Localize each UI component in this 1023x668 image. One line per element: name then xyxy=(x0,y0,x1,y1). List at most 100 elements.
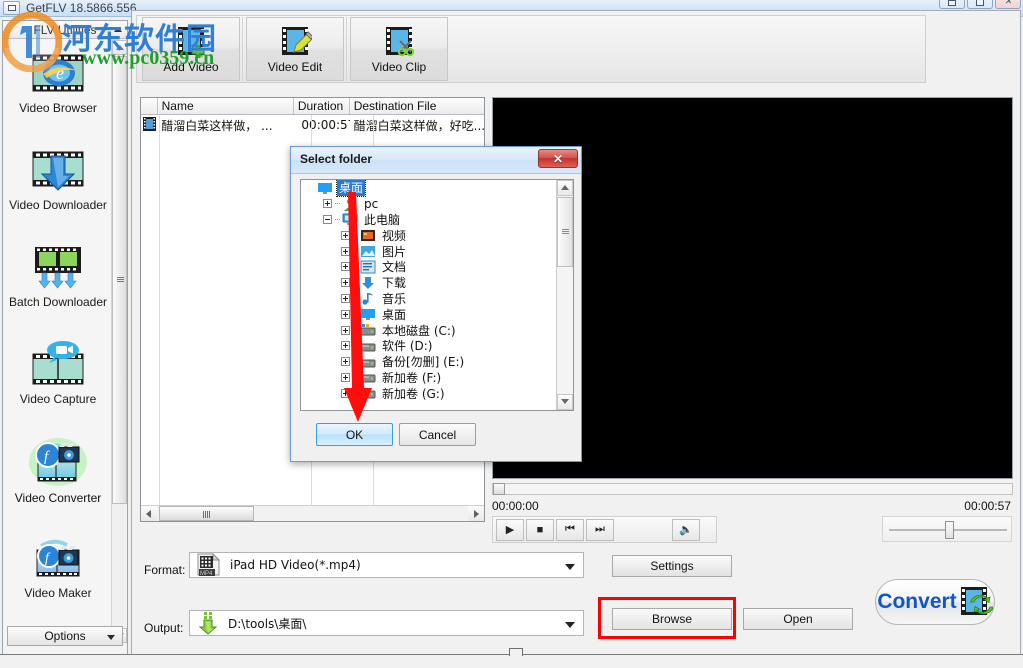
expand-icon[interactable] xyxy=(341,247,350,256)
expand-icon[interactable] xyxy=(341,278,350,287)
tree-node[interactable]: pc xyxy=(301,196,557,212)
folder-tree[interactable]: 桌面pc此电脑视频图片文档下载音乐桌面本地磁盘 (C:)软件 (D:)备份[勿删… xyxy=(300,179,574,411)
system-menu-button[interactable] xyxy=(3,1,20,15)
scroll-up-arrow[interactable] xyxy=(112,40,127,55)
toolbar-button-label: Add Video xyxy=(163,60,218,74)
tree-node[interactable]: 本地磁盘 (C:) xyxy=(301,322,557,338)
output-combobox[interactable]: D:\tools\桌面\ xyxy=(189,610,584,636)
scroll-thumb[interactable] xyxy=(159,506,254,521)
tree-connector xyxy=(353,266,358,267)
scroll-up-arrow[interactable] xyxy=(557,180,573,196)
scroll-down-arrow[interactable] xyxy=(557,394,573,410)
expand-icon[interactable] xyxy=(341,310,350,319)
tree-connector xyxy=(353,330,358,331)
expand-icon[interactable] xyxy=(341,373,350,382)
mute-button[interactable]: 🔈 xyxy=(672,519,700,541)
expand-icon[interactable] xyxy=(341,389,350,398)
tree-node[interactable]: 新加卷 (G:) xyxy=(301,385,557,401)
sidebar-item-video-maker[interactable]: f Video Maker xyxy=(4,525,112,622)
format-combobox[interactable]: MP4 iPad HD Video(*.mp4) xyxy=(189,552,584,578)
tree-node[interactable]: 图片 xyxy=(301,243,557,259)
tree-node[interactable]: 音乐 xyxy=(301,291,557,307)
play-button[interactable]: ▶ xyxy=(496,519,524,541)
convert-button[interactable]: Convert xyxy=(875,579,995,625)
tree-node[interactable]: 桌面 xyxy=(301,180,557,196)
previous-icon: ⏮ xyxy=(565,523,575,536)
tree-node-label: 此电脑 xyxy=(362,211,402,228)
tree-node[interactable]: 备份[勿删] (E:) xyxy=(301,354,557,370)
tree-node-label: 备份[勿删] (E:) xyxy=(380,353,466,370)
video-edit-button[interactable]: Video Edit xyxy=(246,17,344,81)
volume-thumb[interactable] xyxy=(945,521,954,539)
column-header-name[interactable]: Name xyxy=(158,98,294,114)
tree-node-label: 桌面 xyxy=(380,306,408,323)
sidebar-item-label: Video Maker xyxy=(24,586,91,600)
expand-icon[interactable] xyxy=(341,341,350,350)
sidebar-scrollbar[interactable] xyxy=(111,40,126,643)
column-header-destination[interactable]: Destination File xyxy=(350,98,484,114)
tree-node[interactable]: 视频 xyxy=(301,227,557,243)
folder-tree-items: 桌面pc此电脑视频图片文档下载音乐桌面本地磁盘 (C:)软件 (D:)备份[勿删… xyxy=(301,180,557,410)
tree-node[interactable]: 下载 xyxy=(301,275,557,291)
column-header-duration[interactable]: Duration xyxy=(294,98,350,114)
chevron-down-icon xyxy=(565,622,575,628)
tree-connector xyxy=(353,282,358,283)
format-label: Format: xyxy=(144,563,185,577)
seek-slider[interactable] xyxy=(492,483,1013,495)
browse-button[interactable]: Browse xyxy=(612,608,732,630)
tree-node[interactable]: 新加卷 (F:) xyxy=(301,370,557,386)
settings-button[interactable]: Settings xyxy=(612,555,732,577)
sidebar-item-batch-downloader[interactable]: Batch Downloader xyxy=(4,234,112,331)
column-header-select[interactable] xyxy=(141,98,158,114)
sidebar-item-video-converter[interactable]: f Video Converter xyxy=(4,428,112,525)
ok-button[interactable]: OK xyxy=(316,423,393,446)
sidebar-item-video-capture[interactable]: Video Capture xyxy=(4,331,112,428)
sidebar-tab-flv-utilities[interactable]: FLV Utilities xyxy=(3,21,127,39)
dialog-close-button[interactable]: ✕ xyxy=(538,149,578,168)
tree-node[interactable]: 桌面 xyxy=(301,306,557,322)
file-list-hscrollbar[interactable] xyxy=(141,505,484,521)
tree-node-label: pc xyxy=(362,197,380,211)
scroll-thumb[interactable] xyxy=(557,197,573,267)
tree-node[interactable]: 文档 xyxy=(301,259,557,275)
stop-button[interactable]: ■ xyxy=(526,519,554,541)
minimize-button[interactable] xyxy=(939,0,965,9)
dialog-title: Select folder xyxy=(300,152,372,166)
previous-button[interactable]: ⏮ xyxy=(556,519,584,541)
scroll-right-arrow[interactable] xyxy=(468,506,484,521)
video-clip-button[interactable]: Video Clip xyxy=(350,17,448,81)
expand-icon[interactable] xyxy=(341,231,350,240)
sidebar-item-video-browser[interactable]: e Video Browser xyxy=(4,40,112,137)
sidebar-item-video-downloader[interactable]: Video Downloader xyxy=(4,137,112,234)
close-icon: ✕ xyxy=(553,152,563,166)
add-video-button[interactable]: Add Video xyxy=(142,17,240,81)
video-converter-icon: f xyxy=(28,437,88,487)
options-button[interactable]: Options xyxy=(7,626,123,646)
current-time: 00:00:00 xyxy=(492,499,539,513)
maximize-button[interactable] xyxy=(967,0,993,9)
collapse-icon[interactable] xyxy=(323,215,332,224)
toolbar-separator xyxy=(346,17,348,81)
next-button[interactable]: ⏭ xyxy=(586,519,614,541)
expand-icon[interactable] xyxy=(341,262,350,271)
expand-icon[interactable] xyxy=(323,199,332,208)
seek-thumb[interactable] xyxy=(493,483,505,495)
tree-connector xyxy=(335,219,340,220)
sidebar-item-label: Video Downloader xyxy=(9,198,107,212)
tree-node-label: 新加卷 (G:) xyxy=(380,385,447,402)
scroll-thumb[interactable] xyxy=(112,56,127,504)
open-button[interactable]: Open xyxy=(743,608,853,630)
tree-node[interactable]: 此电脑 xyxy=(301,212,557,228)
volume-slider[interactable] xyxy=(882,516,1012,542)
expand-icon[interactable] xyxy=(341,326,350,335)
tree-node[interactable]: 软件 (D:) xyxy=(301,338,557,354)
cancel-button[interactable]: Cancel xyxy=(399,423,476,446)
expand-icon[interactable] xyxy=(341,357,350,366)
expand-icon[interactable] xyxy=(341,294,350,303)
folder-tree-scrollbar[interactable] xyxy=(556,180,573,410)
close-button[interactable]: ✕ xyxy=(995,0,1021,9)
open-label: Open xyxy=(783,612,812,626)
scroll-left-arrow[interactable] xyxy=(141,506,157,521)
table-row[interactable]: 醋溜白菜这样做， ... 00:00:57 醋溜白菜这样做，好吃... xyxy=(141,115,484,135)
toolbar: Add Video Video Edit xyxy=(136,15,926,83)
